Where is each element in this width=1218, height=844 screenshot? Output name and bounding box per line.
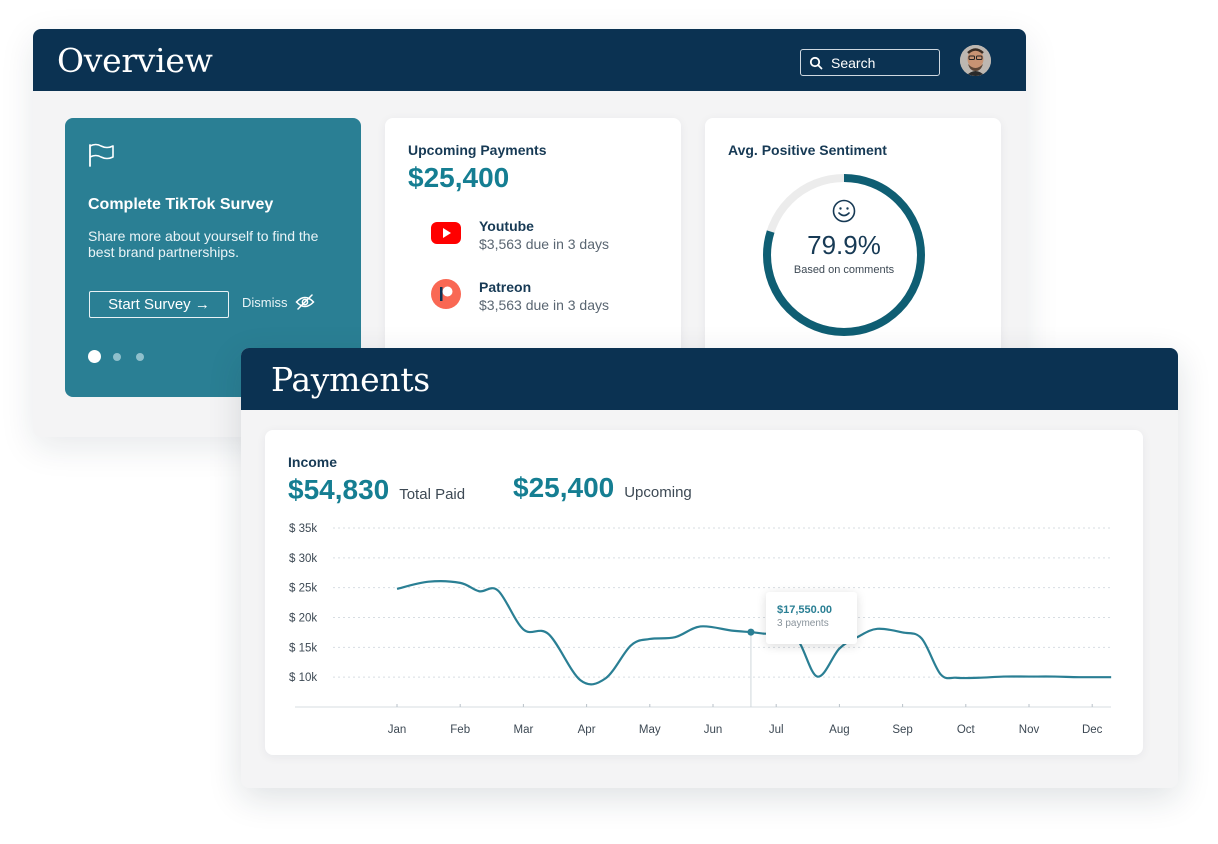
search-icon (809, 56, 823, 70)
dismiss-label: Dismiss (242, 294, 288, 310)
eye-off-icon (294, 294, 315, 310)
carousel-dot-3[interactable] (136, 352, 144, 361)
chart-tooltip: $17,550.00 3 payments (766, 592, 857, 644)
y-tick-label: $ 30k (289, 553, 317, 565)
payment-source-name: Patreon (479, 279, 532, 295)
sentiment-card: Avg. Positive Sentiment 79.9% Based on c… (705, 118, 1001, 378)
income-card: Income $54,830 Total Paid $25,400 Upcomi… (265, 430, 1143, 755)
youtube-icon (431, 218, 461, 248)
list-item[interactable]: Patreon $3,563 due in 3 days (431, 279, 609, 313)
x-tick-label: Jul (769, 724, 784, 736)
x-tick-label: Sep (892, 724, 912, 736)
x-tick-label: Apr (578, 724, 596, 736)
payment-due-text: $3,563 due in 3 days (479, 297, 609, 313)
y-tick-label: $ 25k (289, 583, 317, 595)
survey-description: Share more about yourself to find the be… (88, 228, 319, 260)
y-tick-label: $ 10k (289, 672, 317, 684)
page-title: Overview (57, 41, 213, 80)
y-tick-label: $ 20k (289, 613, 317, 625)
tooltip-subtext: 3 payments (777, 618, 829, 629)
upcoming-payments-amount: $25,400 (408, 162, 510, 193)
carousel-dot-2[interactable] (113, 352, 121, 361)
payment-source-name: Youtube (479, 218, 534, 234)
payments-window: Payments Income $54,830 Total Paid $25,4… (241, 348, 1178, 788)
highlight-point (747, 628, 755, 636)
x-tick-label: Jun (704, 724, 723, 736)
overview-header: Overview Search (33, 29, 1026, 91)
smiley-icon (831, 198, 857, 229)
dismiss-button[interactable]: Dismiss (242, 294, 315, 310)
tooltip-value: $17,550.00 (777, 604, 833, 616)
avatar[interactable] (960, 45, 991, 76)
sentiment-caption: Based on comments (793, 264, 895, 276)
list-item[interactable]: Youtube $3,563 due in 3 days (431, 218, 609, 252)
x-tick-label: Aug (829, 724, 849, 736)
start-survey-button[interactable]: Start Survey → (89, 291, 229, 318)
payment-due-text: $3,563 due in 3 days (479, 236, 609, 252)
survey-title: Complete TikTok Survey (88, 196, 274, 213)
search-input[interactable]: Search (800, 49, 940, 76)
carousel-dot-1[interactable] (88, 350, 101, 363)
upcoming-payments-card: Upcoming Payments $25,400 Youtube $3,563… (385, 118, 681, 378)
carousel-dots (88, 350, 159, 363)
x-tick-label: Jan (388, 724, 407, 736)
flag-icon (87, 142, 117, 173)
x-tick-label: May (639, 724, 661, 736)
y-tick-label: $ 35k (289, 523, 317, 535)
x-tick-label: Mar (513, 724, 533, 736)
payments-title: Payments (271, 360, 430, 399)
search-placeholder: Search (831, 54, 876, 71)
x-tick-label: Nov (1019, 724, 1040, 736)
x-tick-label: Feb (450, 724, 470, 736)
sentiment-value: 79.9% (807, 230, 881, 260)
x-tick-label: Oct (957, 724, 976, 736)
upcoming-payments-title: Upcoming Payments (408, 142, 547, 158)
patreon-icon (431, 279, 461, 309)
x-tick-label: Dec (1082, 724, 1103, 736)
income-line-chart: $ 10k $ 15k $ 20k $ 25k $ 30k $ 35k Jan Feb Mar A… (289, 523, 1112, 736)
sentiment-title: Avg. Positive Sentiment (728, 142, 887, 158)
payments-header: Payments (241, 348, 1178, 410)
y-tick-label: $ 15k (289, 642, 317, 654)
